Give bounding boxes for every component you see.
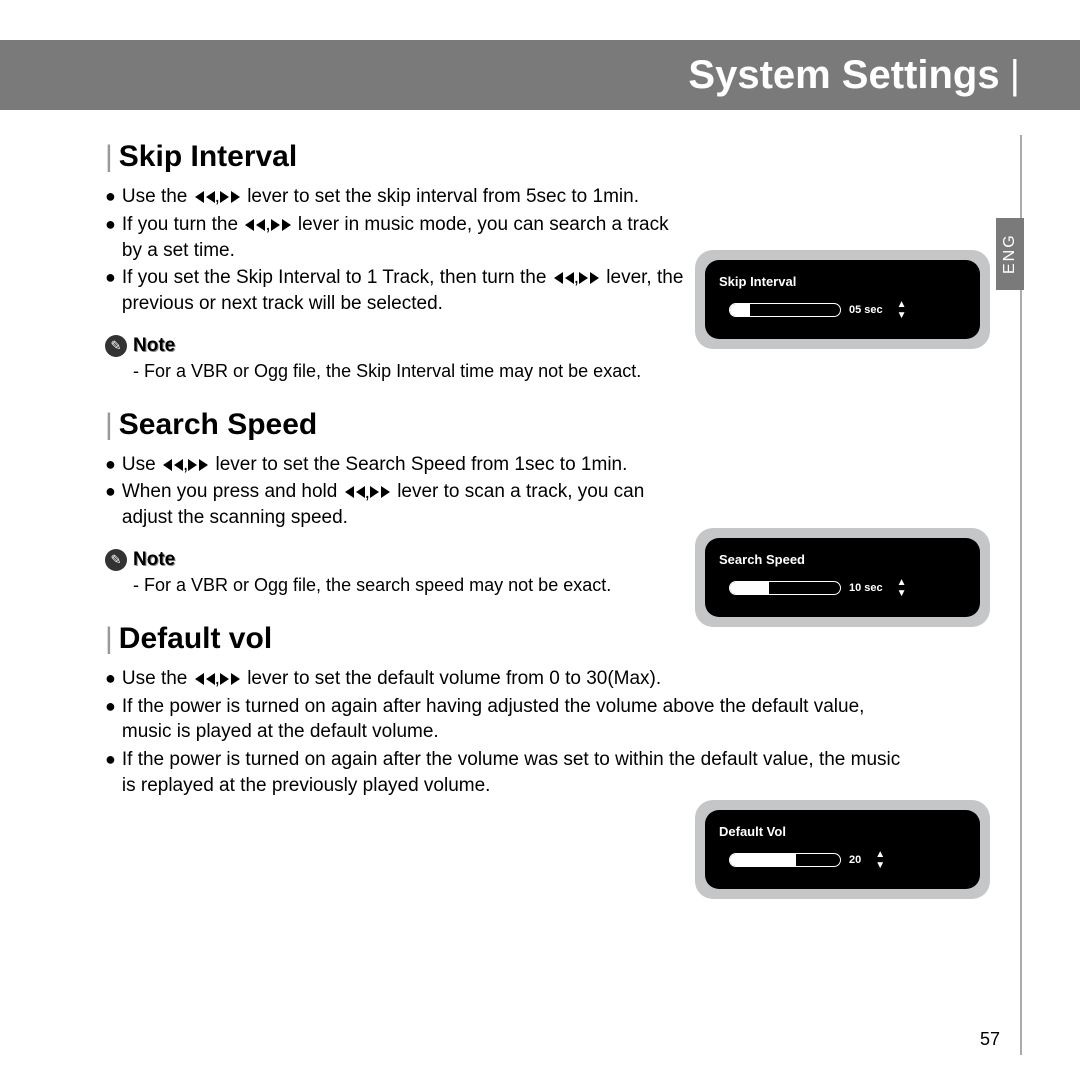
device-value: 10 sec	[849, 582, 883, 594]
content-area: |Skip Interval ● Use the , lever to set …	[105, 140, 1040, 816]
prev-next-icon: ,	[195, 666, 240, 692]
up-down-icon: ▲▼	[897, 299, 905, 321]
page-title: System Settings	[688, 53, 999, 98]
skip-note-text: - For a VBR or Ogg file, the Skip Interv…	[133, 361, 1040, 382]
device-title: Skip Interval	[719, 274, 966, 289]
heading-skip-interval: |Skip Interval	[105, 140, 1040, 174]
progress-fill	[730, 582, 769, 594]
heading-search-speed: |Search Speed	[105, 408, 1040, 442]
pencil-icon: ✎	[105, 549, 127, 571]
header-band: System Settings |	[0, 40, 1080, 110]
device-title: Search Speed	[719, 552, 966, 567]
up-down-icon: ▲▼	[897, 577, 905, 599]
search-speed-bullets: ● Use , lever to set the Search Speed fr…	[105, 452, 1040, 531]
prev-next-icon: ,	[163, 452, 208, 478]
device-value: 05 sec	[849, 304, 883, 316]
prev-next-icon: ,	[345, 480, 390, 506]
title-divider: |	[1010, 53, 1020, 98]
up-down-icon: ▲▼	[875, 849, 883, 871]
page-number: 57	[980, 1029, 1000, 1050]
progress-bar	[729, 853, 841, 867]
prev-next-icon: ,	[195, 184, 240, 210]
progress-bar	[729, 581, 841, 595]
progress-fill	[730, 304, 750, 316]
heading-default-vol: |Default vol	[105, 622, 1040, 656]
prev-next-icon: ,	[245, 212, 290, 238]
device-default-vol: Default Vol 20 ▲▼	[695, 800, 990, 899]
pencil-icon: ✎	[105, 335, 127, 357]
device-value: 20	[849, 854, 861, 866]
progress-bar	[729, 303, 841, 317]
device-title: Default Vol	[719, 824, 966, 839]
prev-next-icon: ,	[554, 265, 599, 291]
device-skip-interval: Skip Interval 05 sec ▲▼	[695, 250, 990, 349]
progress-fill	[730, 854, 796, 866]
default-vol-bullets: ● Use the , lever to set the default vol…	[105, 666, 1040, 798]
device-search-speed: Search Speed 10 sec ▲▼	[695, 528, 990, 627]
